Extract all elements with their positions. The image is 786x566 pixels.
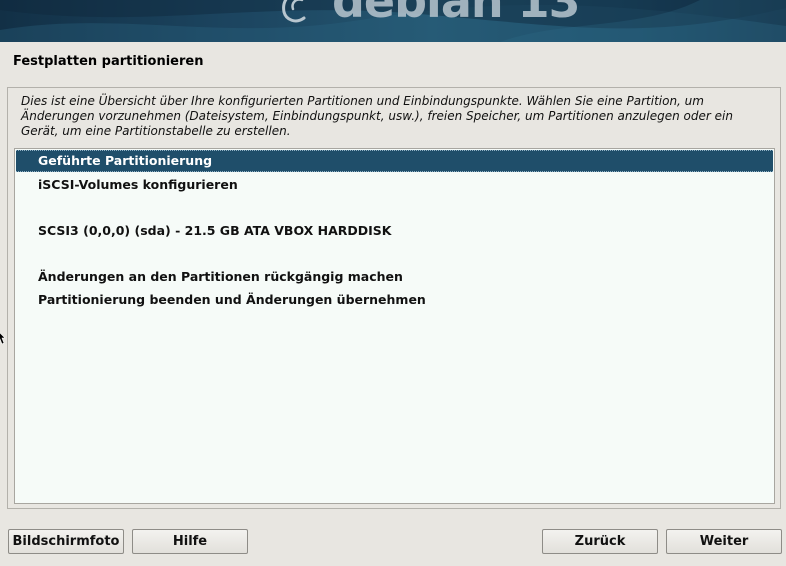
list-item-disk-sda[interactable]: SCSI3 (0,0,0) (sda) - 21.5 GB ATA VBOX H… (16, 220, 773, 242)
back-button[interactable]: Zurück (542, 529, 658, 554)
page-title: Festplatten partitionieren (13, 54, 204, 69)
list-item-undo-changes[interactable]: Änderungen an den Partitionen rückgängig… (16, 266, 773, 288)
partition-list[interactable]: Geführte Partitionierung iSCSI-Volumes k… (14, 148, 775, 504)
debian-logo-text: debian 13 (332, 0, 581, 28)
list-item-finish-partitioning[interactable]: Partitionierung beenden und Änderungen ü… (16, 289, 773, 311)
dialog-description: Dies ist eine Übersicht über Ihre konfig… (21, 94, 733, 138)
help-button[interactable]: Hilfe (132, 529, 248, 554)
list-item-iscsi-volumes[interactable]: iSCSI-Volumes konfigurieren (16, 174, 773, 196)
debian-swirl-icon (282, 0, 306, 23)
screenshot-button[interactable]: Bildschirmfoto (8, 529, 124, 554)
continue-button[interactable]: Weiter (666, 529, 782, 554)
debian-banner: debian 13 (0, 0, 786, 42)
mouse-cursor-icon (0, 332, 5, 344)
list-item-guided-partitioning[interactable]: Geführte Partitionierung (16, 150, 773, 172)
